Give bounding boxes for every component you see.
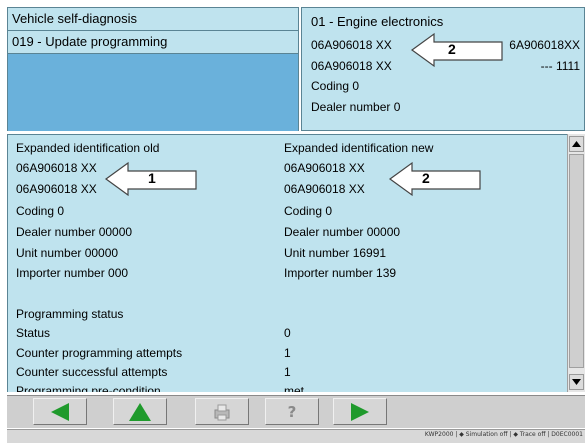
- help-button[interactable]: ?: [265, 398, 319, 425]
- left-arrow-icon: [51, 402, 69, 421]
- status-label: Counter successful attempts: [16, 365, 168, 379]
- new-identification-heading: Expanded identification new: [284, 141, 434, 155]
- control-unit-panel: 01 - Engine electronics 06A906018 XX 06A…: [301, 7, 585, 131]
- window-title: Vehicle self-diagnosis: [12, 11, 138, 26]
- status-bar: KWP2000 | ◆ Simulation off | ◆ Trace off…: [7, 429, 585, 443]
- dealer-number-label: Dealer number 0: [311, 100, 401, 114]
- status-value: 1: [284, 365, 291, 379]
- triangle-down-icon: [572, 379, 581, 385]
- old-part-number: 06A906018 XX: [16, 161, 97, 175]
- status-label: Counter programming attempts: [16, 346, 183, 360]
- callout-number: 2: [448, 41, 456, 57]
- status-label: Status: [16, 326, 51, 340]
- new-part-number: 06A906018 XX: [284, 161, 365, 175]
- old-identification-heading: Expanded identification old: [16, 141, 160, 155]
- toolbar: ?: [7, 395, 585, 428]
- new-coding: Coding 0: [284, 204, 333, 218]
- help-icon: ?: [287, 402, 297, 421]
- callout-arrow-icon: [388, 161, 481, 197]
- forward-button[interactable]: [333, 398, 387, 425]
- scroll-up-button[interactable]: [569, 136, 584, 152]
- new-dealer-number: Dealer number 00000: [284, 225, 401, 239]
- up-button[interactable]: [113, 398, 167, 425]
- status-value: 1: [284, 346, 291, 360]
- print-icon: [214, 404, 230, 420]
- old-dealer-number: Dealer number 00000: [16, 225, 133, 239]
- scroll-thumb[interactable]: [569, 154, 584, 368]
- callout-number: 1: [148, 170, 156, 186]
- value-right: --- 1111: [540, 59, 580, 73]
- triangle-up-icon: [572, 141, 581, 147]
- back-button[interactable]: [33, 398, 87, 425]
- right-arrow-icon: [351, 402, 369, 421]
- old-importer-number: Importer number 000: [16, 266, 129, 280]
- old-coding: Coding 0: [16, 204, 65, 218]
- part-number-right: 6A906018XX: [509, 38, 580, 52]
- scroll-down-button[interactable]: [569, 374, 584, 390]
- up-arrow-icon: [129, 402, 151, 421]
- old-part-number: 06A906018 XX: [16, 182, 97, 196]
- function-list-panel: Vehicle self-diagnosis 019 - Update prog…: [7, 7, 299, 131]
- function-item[interactable]: 019 - Update programming: [8, 31, 298, 53]
- status-text: KWP2000 | ◆ Simulation off | ◆ Trace off…: [424, 431, 583, 438]
- vertical-scrollbar[interactable]: [567, 134, 585, 392]
- part-number: 06A906018 XX: [311, 38, 392, 52]
- part-number: 06A906018 XX: [311, 59, 392, 73]
- selection-area[interactable]: [8, 54, 298, 131]
- new-importer-number: Importer number 139: [284, 266, 397, 280]
- new-part-number: 06A906018 XX: [284, 182, 365, 196]
- new-unit-number: Unit number 16991: [284, 246, 387, 260]
- status-value: met: [284, 384, 305, 392]
- status-value: 0: [284, 326, 291, 340]
- old-unit-number: Unit number 00000: [16, 246, 119, 260]
- print-button[interactable]: [195, 398, 249, 425]
- status-label: Programming pre-condition: [16, 384, 161, 392]
- identification-content: Expanded identification old 06A906018 XX…: [7, 134, 567, 392]
- control-unit-name: 01 - Engine electronics: [311, 14, 444, 29]
- programming-status-heading: Programming status: [16, 307, 124, 321]
- callout-arrow-icon: [410, 32, 503, 68]
- coding-label: Coding 0: [311, 79, 360, 93]
- diagnosis-window: Vehicle self-diagnosis 019 - Update prog…: [0, 0, 585, 443]
- callout-number: 2: [422, 170, 430, 186]
